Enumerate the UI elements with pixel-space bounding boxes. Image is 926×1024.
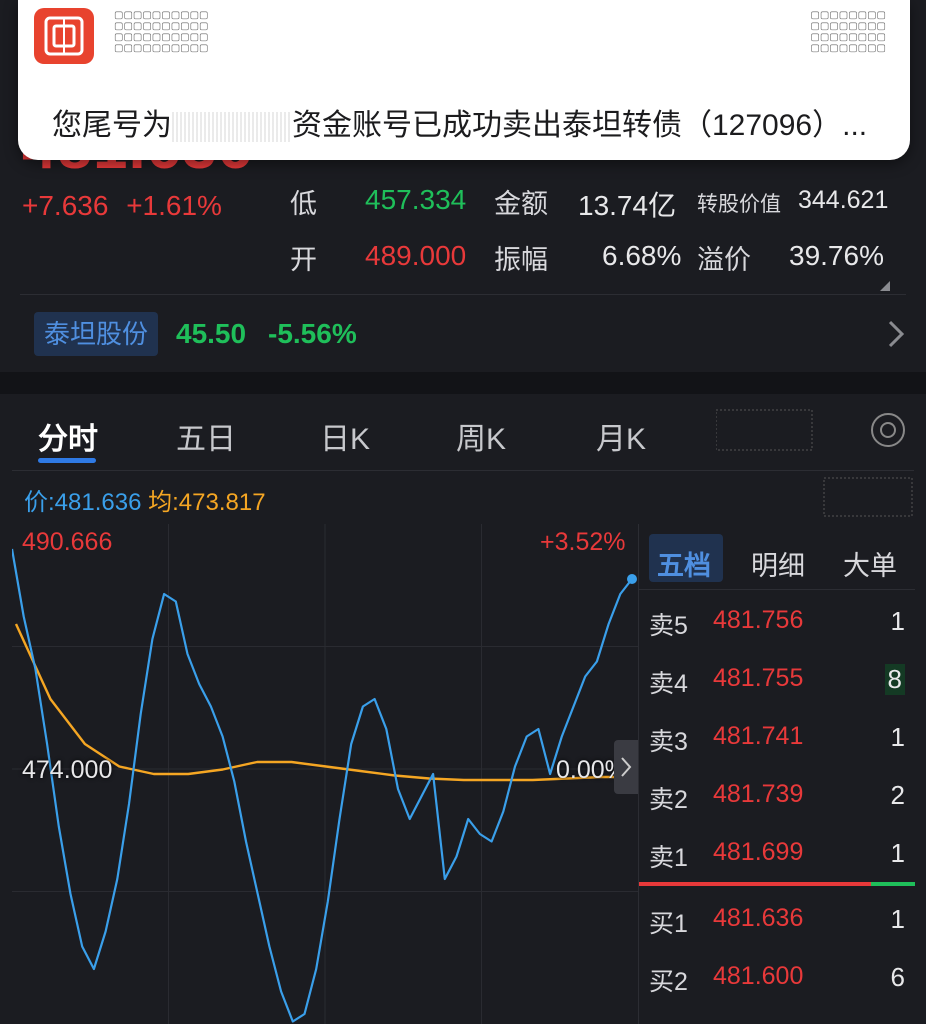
ask-price: 481.739 [713, 780, 804, 808]
app-name-redacted: ▢▢▢▢▢▢▢▢▢▢ ▢▢▢▢▢▢▢▢▢▢ ▢▢▢▢▢▢▢▢▢▢ ▢▢▢▢▢▢▢▢▢▢ [114, 10, 209, 54]
amplitude-value: 6.68% [602, 240, 682, 271]
bid-volume: 1 [890, 904, 905, 934]
premium-label: 溢价 [697, 245, 751, 275]
stock-change: -5.56% [268, 318, 357, 349]
bid-row: 买1 481.636 1 [639, 890, 915, 948]
notification-banner[interactable]: ▢▢▢▢▢▢▢▢▢▢ ▢▢▢▢▢▢▢▢▢▢ ▢▢▢▢▢▢▢▢▢▢ ▢▢▢▢▢▢▢▢▢▢… [18, 0, 910, 160]
ask-row: 卖2 481.739 2 [639, 766, 915, 824]
ask-volume: 1 [890, 838, 905, 868]
avg-label: 均: [148, 489, 179, 516]
ask-price: 481.755 [713, 664, 804, 692]
order-book: 五档 明细 大单 卖5 481.756 1 卖4 481.755 8 卖3 48… [638, 524, 915, 1024]
tab-big-orders[interactable]: 大单 [843, 544, 897, 583]
tab-intraday[interactable]: 分时 [38, 414, 98, 458]
divider [20, 294, 906, 295]
tab-details[interactable]: 明细 [751, 544, 805, 583]
notification-text-suffix: 资金账号已成功卖出泰坦转债（127096）... [292, 109, 868, 142]
chart-section: 分时 五日 日K 周K 月K 价:481.636 均:473.817 490.6… [0, 394, 926, 1024]
change-percent: +1.61% [126, 190, 222, 221]
conversion-value-label: 转股价值 [697, 193, 781, 216]
ask-row: 卖3 481.741 1 [639, 708, 915, 766]
ask-volume: 2 [890, 780, 905, 810]
chart-base-label: 474.000 [22, 756, 113, 784]
ask-row: 卖1 481.699 1 [639, 824, 915, 882]
bid-price: 481.636 [713, 904, 804, 932]
ask-label: 卖4 [649, 670, 688, 698]
bid-label: 买1 [649, 910, 688, 938]
divider [12, 470, 914, 471]
ask-price: 481.756 [713, 606, 804, 634]
ask-price: 481.741 [713, 722, 804, 750]
chevron-right-icon[interactable] [886, 318, 906, 350]
ask-price: 481.699 [713, 838, 804, 866]
underlying-stock-row[interactable]: 泰坦股份 45.50 -5.56% [0, 306, 926, 362]
tab-five-levels[interactable]: 五档 [657, 544, 711, 583]
price-change: +7.636 +1.61% [22, 190, 222, 222]
ask-ratio [639, 882, 871, 886]
order-book-tabs: 五档 明细 大单 [639, 524, 915, 590]
amount-value: 13.74亿 [578, 190, 677, 221]
notification-text-prefix: 您尾号为 [52, 109, 172, 142]
amount-label: 金额 [494, 189, 548, 219]
price-info-value: 481.636 [54, 489, 142, 516]
ask-row: 卖4 481.755 8 [639, 650, 915, 708]
expand-triangle-icon[interactable] [880, 281, 890, 291]
low-value: 457.334 [365, 184, 467, 215]
avg-info-value: 473.817 [178, 489, 266, 516]
tab-five-day[interactable]: 五日 [176, 414, 236, 458]
ask-label: 卖5 [649, 612, 688, 640]
premium-value: 39.76% [789, 240, 884, 271]
tab-weekly-k[interactable]: 周K [456, 414, 506, 458]
change-amount: +7.636 [22, 190, 109, 221]
price-avg-info: 价:481.636 均:473.817 [24, 482, 266, 517]
tab-monthly-k[interactable]: 月K [596, 414, 646, 458]
tab-daily-k[interactable]: 日K [320, 414, 370, 458]
ask-label: 卖3 [649, 728, 688, 756]
open-label: 开 [290, 245, 317, 275]
bid-ask-ratio-bar [639, 882, 915, 886]
more-options-icon[interactable] [716, 406, 912, 454]
ask-volume: 1 [890, 722, 905, 752]
ask-volume: 1 [890, 606, 905, 636]
bid-label: 买2 [649, 968, 688, 996]
timestamp-redacted: ▢▢▢▢▢▢▢▢ ▢▢▢▢▢▢▢▢ ▢▢▢▢▢▢▢▢ ▢▢▢▢▢▢▢▢ [810, 10, 886, 54]
section-separator [0, 372, 926, 394]
conversion-value: 344.621 [798, 186, 889, 214]
price-label: 价: [24, 489, 55, 516]
bid-price: 481.600 [713, 962, 804, 990]
ask-volume: 8 [884, 664, 905, 695]
price-line [12, 548, 633, 1023]
chart-tabs: 分时 五日 日K 周K 月K [0, 394, 926, 471]
ask-row: 卖5 481.756 1 [639, 592, 915, 650]
redacted-account [172, 112, 292, 143]
bid-volume: 6 [890, 962, 905, 992]
amplitude-label: 振幅 [494, 245, 548, 275]
open-value: 489.000 [365, 240, 467, 271]
ask-label: 卖2 [649, 786, 688, 814]
stock-price: 45.50 [176, 318, 247, 349]
bid-row: 买2 481.600 6 [639, 948, 915, 1006]
active-tab-indicator [38, 458, 96, 463]
bid-ratio [871, 882, 915, 886]
notification-text: 您尾号为 资金账号已成功卖出泰坦转债（127096）... [52, 100, 867, 144]
low-label: 低 [290, 189, 317, 219]
chart-max-label: 490.666 [22, 528, 113, 556]
app-logo-icon [34, 8, 94, 64]
collapse-panel-handle[interactable] [614, 740, 638, 794]
chart-max-pct: +3.52% [540, 528, 626, 556]
chevron-right-icon [621, 757, 632, 777]
settings-icon[interactable] [820, 474, 916, 520]
current-price-dot [627, 573, 637, 584]
ask-label: 卖1 [649, 844, 688, 872]
stock-name-tag[interactable]: 泰坦股份 [34, 312, 159, 356]
